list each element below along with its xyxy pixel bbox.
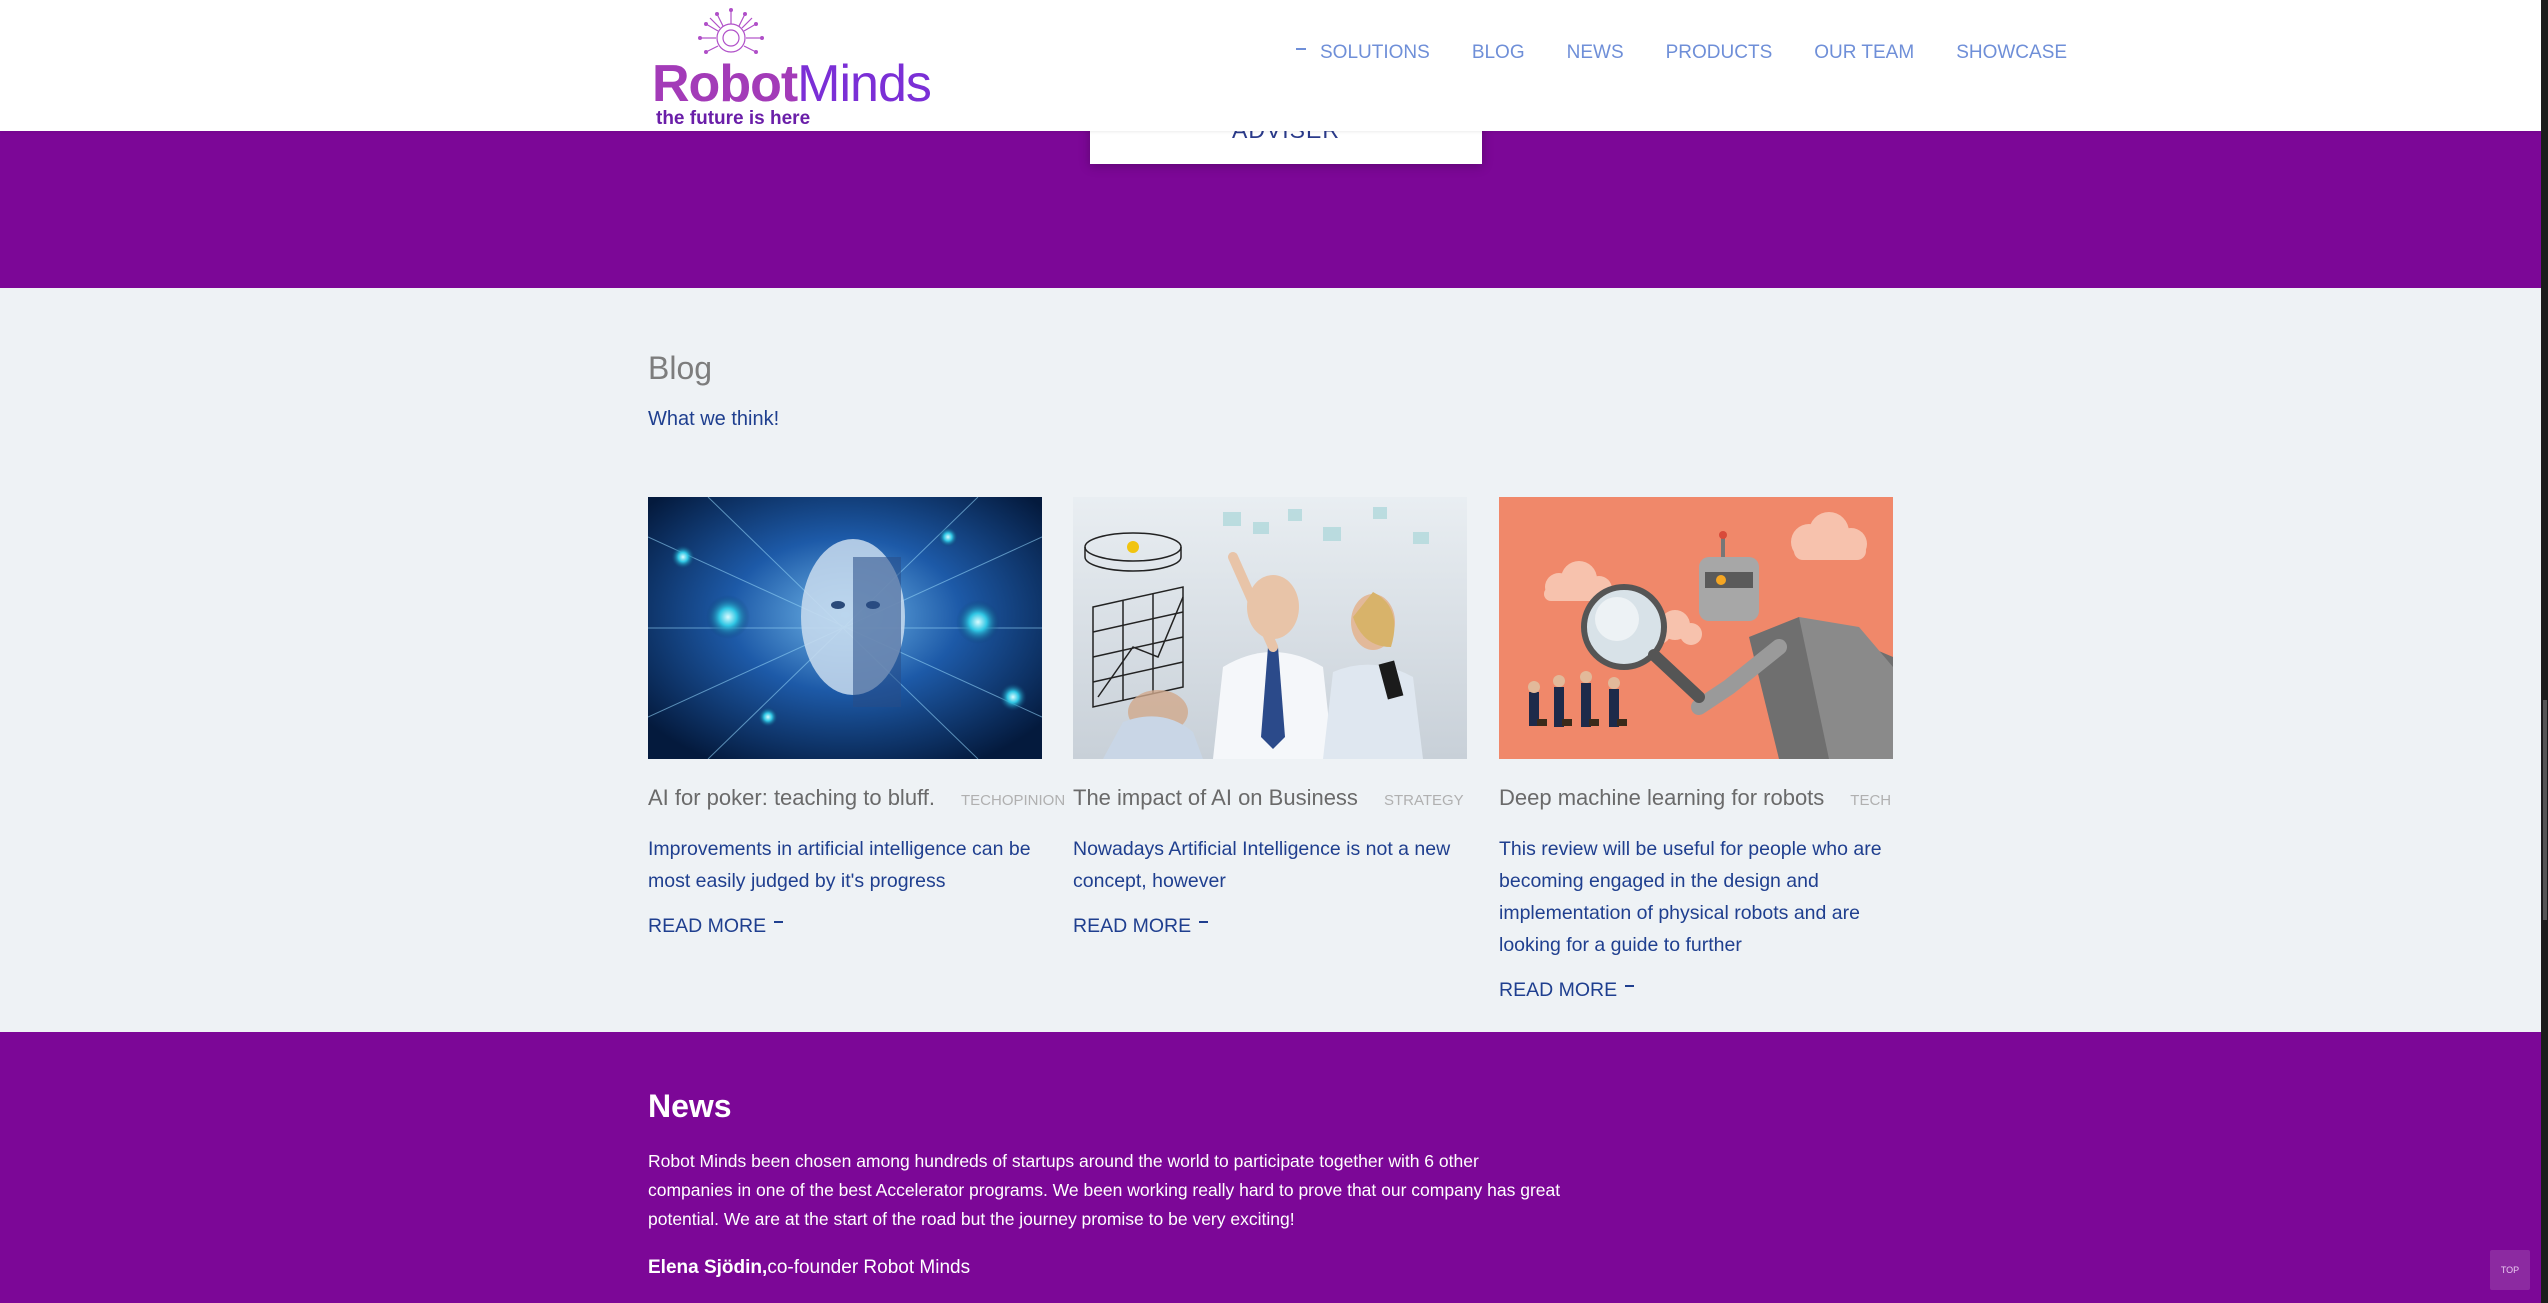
read-more-label: READ MORE [1073, 915, 1192, 937]
author-name: Elena Sjödin, [648, 1257, 768, 1278]
site-logo[interactable]: RobotMinds the future is here [650, 6, 932, 129]
post-tag[interactable]: TECH [1850, 792, 1891, 809]
ai-face-circuit-image[interactable] [648, 497, 1042, 759]
dash-icon [1199, 920, 1209, 923]
news-body: Robot Minds been chosen among hundreds o… [648, 1151, 1561, 1229]
nav-label: SHOWCASE [1956, 42, 2068, 63]
business-team-chart-image[interactable] [1073, 497, 1467, 759]
nav-item-solutions[interactable]: SOLUTIONS [1296, 42, 1430, 64]
site-header: RobotMinds the future is here SOLUTIONS … [0, 0, 2541, 131]
blog-card: The impact of AI on Business STRATEGY No… [1073, 497, 1467, 938]
active-dash-icon [1296, 48, 1306, 50]
logo-word-minds: Minds [797, 55, 932, 113]
logo-tagline: the future is here [656, 108, 811, 129]
robot-magnifier-image[interactable] [1499, 497, 1893, 759]
post-excerpt: This review will be useful for people wh… [1499, 838, 1882, 956]
logo-word-robot: Robot [652, 55, 798, 113]
blog-card: AI for poker: teaching to bluff. TECHOPI… [648, 497, 1065, 938]
post-title-link[interactable]: Deep machine learning for robots [1499, 785, 1824, 811]
dash-icon [1625, 984, 1635, 987]
nav-label: PRODUCTS [1665, 42, 1773, 63]
read-more-link[interactable]: READ MORE [1499, 979, 1893, 1002]
dash-icon [774, 920, 784, 923]
nav-label: NEWS [1566, 42, 1624, 63]
nav-label: OUR TEAM [1814, 42, 1915, 63]
nav-label: BLOG [1471, 42, 1525, 63]
read-more-link[interactable]: READ MORE [1073, 915, 1467, 938]
back-to-top-button[interactable]: TOP [2490, 1250, 2530, 1290]
read-more-label: READ MORE [1499, 979, 1618, 1001]
read-more-label: READ MORE [648, 915, 767, 937]
post-tag[interactable]: TECHOPINION [961, 792, 1065, 809]
main-nav: SOLUTIONS BLOG NEWS PRODUCTS OUR TEAM SH… [1296, 38, 2067, 68]
news-section: News Robot Minds been chosen among hundr… [0, 1032, 2541, 1303]
section-subtitle: What we think! [648, 408, 780, 430]
nav-item-showcase[interactable]: SHOWCASE [1956, 42, 2067, 64]
logo-wordmark: RobotMinds [652, 55, 932, 113]
nav-item-products[interactable]: PRODUCTS [1666, 42, 1773, 64]
nav-label: SOLUTIONS [1320, 42, 1430, 63]
post-title-link[interactable]: AI for poker: teaching to bluff. [648, 785, 935, 811]
post-excerpt: Nowadays Artificial Intelligence is not … [1073, 838, 1451, 892]
author-role: co-founder Robot Minds [767, 1257, 971, 1278]
post-title-link[interactable]: The impact of AI on Business [1073, 785, 1358, 811]
post-excerpt: Improvements in artificial intelligence … [648, 838, 1031, 892]
nav-item-our-team[interactable]: OUR TEAM [1814, 42, 1914, 64]
nav-item-blog[interactable]: BLOG [1472, 42, 1525, 64]
nav-item-news[interactable]: NEWS [1567, 42, 1624, 64]
news-signature: Elena Sjödin,co-founder Robot Minds [648, 1257, 970, 1279]
section-title: News [648, 1088, 732, 1124]
section-title: Blog [648, 350, 713, 386]
scrollbar-track[interactable] [2541, 0, 2548, 1303]
read-more-link[interactable]: READ MORE [648, 915, 1042, 938]
scrollbar-thumb[interactable] [2543, 700, 2547, 920]
post-tag[interactable]: STRATEGY [1384, 792, 1464, 809]
blog-card: Deep machine learning for robots TECH Th… [1499, 497, 1893, 1002]
blog-section: Blog What we think! AI for poker: teachi… [0, 288, 2541, 1032]
